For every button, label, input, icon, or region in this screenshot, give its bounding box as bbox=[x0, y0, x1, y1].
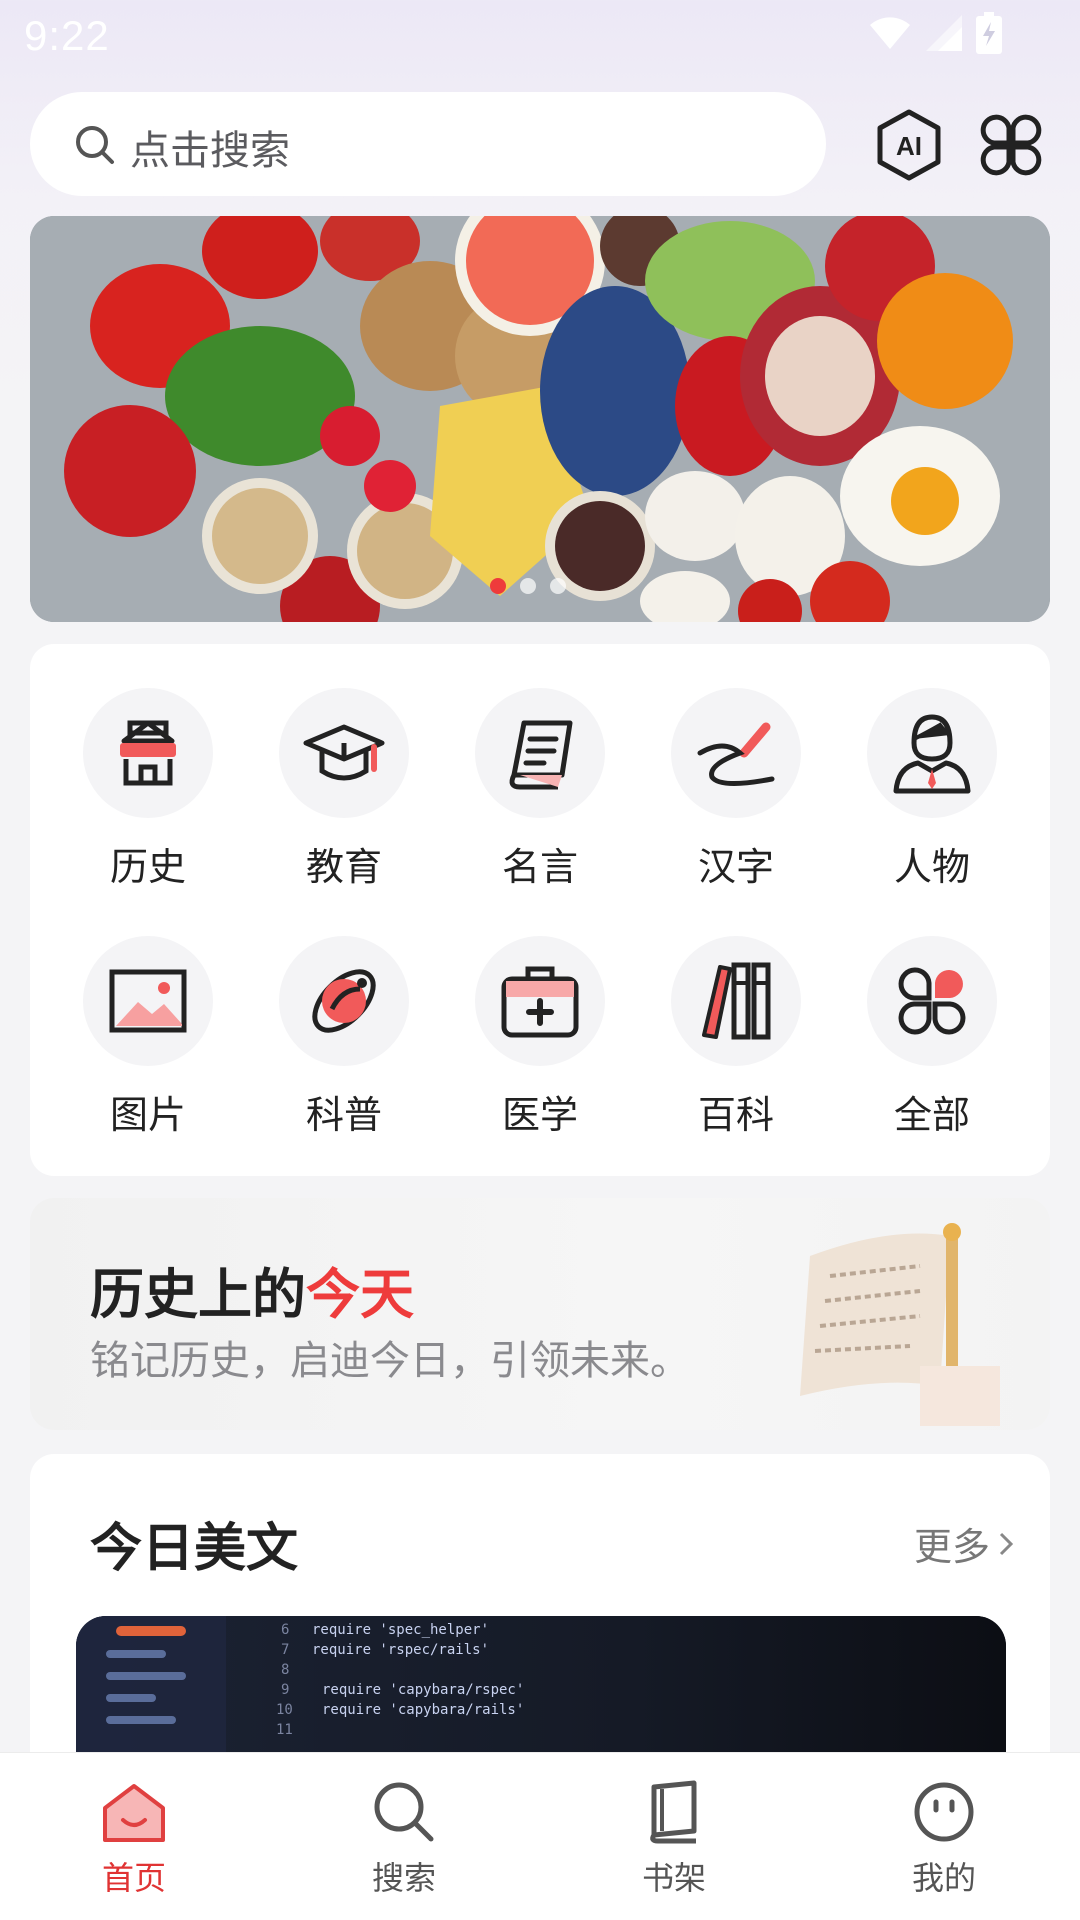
tab-bookshelf[interactable]: 书架 bbox=[584, 1777, 764, 1899]
code-line: require 'spec_helper' bbox=[312, 1622, 490, 1638]
history-title: 历史上的今天 bbox=[90, 1250, 414, 1329]
tab-home[interactable]: 首页 bbox=[44, 1777, 224, 1899]
tab-label: 书架 bbox=[641, 1859, 706, 1897]
history-today-card[interactable]: 历史上的今天 铭记历史，启迪今日，引领未来。 bbox=[30, 1198, 1050, 1430]
category-education[interactable]: 教育 bbox=[264, 688, 424, 889]
all-grid-icon bbox=[867, 936, 997, 1066]
smiley-profile-icon bbox=[854, 1777, 1034, 1847]
status-time: 9:22 bbox=[24, 12, 110, 59]
category-images[interactable]: 图片 bbox=[68, 936, 228, 1137]
category-label: 人物 bbox=[893, 845, 970, 889]
search-input[interactable]: 点击搜索 bbox=[30, 92, 826, 196]
category-label: 汉字 bbox=[697, 845, 774, 889]
category-label: 名言 bbox=[501, 845, 578, 889]
medical-kit-icon bbox=[475, 936, 605, 1066]
more-label: 更多 bbox=[913, 1525, 990, 1569]
tab-profile[interactable]: 我的 bbox=[854, 1777, 1034, 1899]
graduation-cap-icon bbox=[279, 688, 409, 818]
signal-icon bbox=[924, 13, 964, 57]
category-encyclopedia[interactable]: 百科 bbox=[656, 936, 816, 1137]
carousel-dot[interactable] bbox=[550, 578, 566, 594]
chevron-right-icon bbox=[998, 1522, 1014, 1566]
history-building-icon bbox=[83, 688, 213, 818]
code-line: require 'rspec/rails' bbox=[312, 1642, 490, 1658]
line-number: 9 bbox=[281, 1682, 290, 1698]
ai-hexagon-icon[interactable]: AI bbox=[872, 108, 946, 182]
line-number: 11 bbox=[276, 1722, 293, 1738]
category-label: 教育 bbox=[305, 845, 382, 889]
history-title-prefix: 历史上的 bbox=[90, 1263, 306, 1326]
status-bar: 9:22 bbox=[0, 0, 1080, 72]
scroll-illustration bbox=[800, 1223, 1000, 1426]
category-science[interactable]: 科普 bbox=[264, 936, 424, 1137]
carousel-dots bbox=[490, 578, 566, 594]
search-icon bbox=[314, 1777, 494, 1847]
svg-text:AI: AI bbox=[896, 131, 922, 161]
category-all[interactable]: 全部 bbox=[852, 936, 1012, 1137]
category-label: 科普 bbox=[305, 1093, 382, 1137]
category-label: 医学 bbox=[501, 1093, 578, 1137]
history-subtitle: 铭记历史，启迪今日，引领未来。 bbox=[90, 1338, 690, 1384]
category-label: 图片 bbox=[109, 1093, 186, 1137]
section-title: 今日美文 bbox=[90, 1519, 299, 1579]
category-history[interactable]: 历史 bbox=[68, 688, 228, 889]
category-grid: 历史 教育 名言 汉字 人物 图片 科普 医学 百科 全部 bbox=[30, 644, 1050, 1176]
wifi-icon bbox=[868, 15, 912, 55]
tab-label: 我的 bbox=[911, 1859, 976, 1897]
category-label: 百科 bbox=[697, 1093, 774, 1137]
tab-label: 搜索 bbox=[371, 1859, 436, 1897]
banner-carousel[interactable] bbox=[30, 216, 1050, 622]
code-line: require 'capybara/rspec' bbox=[322, 1682, 525, 1698]
tab-label: 首页 bbox=[101, 1859, 166, 1897]
battery-icon bbox=[976, 12, 1002, 58]
history-title-accent: 今天 bbox=[306, 1263, 414, 1326]
person-avatar-icon bbox=[867, 688, 997, 818]
line-number: 8 bbox=[281, 1662, 290, 1678]
scroll-document-icon bbox=[475, 688, 605, 818]
carousel-dot[interactable] bbox=[520, 578, 536, 594]
carousel-dot[interactable] bbox=[490, 578, 506, 594]
line-number: 6 bbox=[281, 1622, 290, 1638]
four-petal-grid-icon[interactable] bbox=[974, 108, 1048, 182]
bottom-tab-bar: 首页 搜索 书架 我的 bbox=[0, 1752, 1080, 1920]
line-number: 7 bbox=[281, 1642, 290, 1658]
home-icon bbox=[44, 1777, 224, 1847]
book-icon bbox=[584, 1777, 764, 1847]
planet-science-icon bbox=[279, 936, 409, 1066]
line-number: 10 bbox=[276, 1702, 293, 1718]
category-hanzi[interactable]: 汉字 bbox=[656, 688, 816, 889]
category-medicine[interactable]: 医学 bbox=[460, 936, 620, 1137]
search-icon bbox=[74, 124, 116, 170]
image-icon bbox=[83, 936, 213, 1066]
search-placeholder: 点击搜索 bbox=[130, 128, 290, 174]
category-label: 历史 bbox=[109, 845, 186, 889]
code-line: require 'capybara/rails' bbox=[322, 1702, 525, 1718]
status-icons bbox=[868, 12, 1002, 58]
tab-search[interactable]: 搜索 bbox=[314, 1777, 494, 1899]
category-people[interactable]: 人物 bbox=[852, 688, 1012, 889]
more-link[interactable]: 更多 bbox=[914, 1516, 1014, 1571]
books-icon bbox=[671, 936, 801, 1066]
banner-image bbox=[30, 216, 1050, 622]
pen-writing-icon bbox=[671, 688, 801, 818]
category-quotes[interactable]: 名言 bbox=[460, 688, 620, 889]
search-row: 点击搜索 AI bbox=[30, 92, 1050, 198]
category-label: 全部 bbox=[893, 1093, 970, 1137]
